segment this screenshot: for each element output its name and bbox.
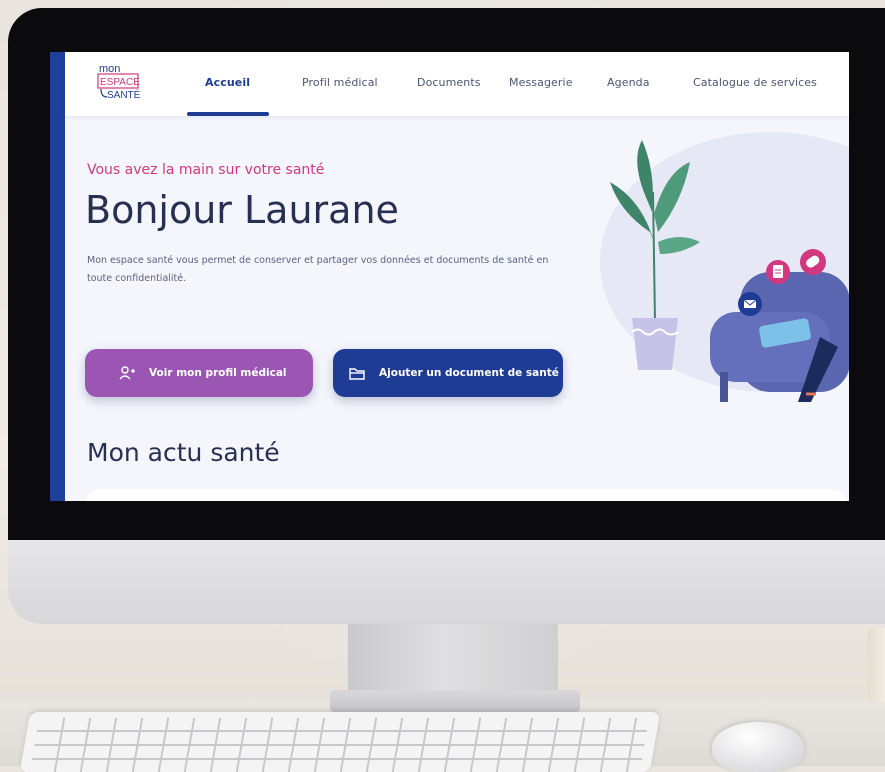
person-add-icon (119, 366, 135, 380)
monitor-chin (8, 538, 885, 624)
nav-messagerie[interactable]: Messagerie (509, 76, 573, 89)
mail-icon (738, 292, 762, 316)
add-health-document-button[interactable]: Ajouter un document de santé (333, 349, 563, 397)
nav-agenda[interactable]: Agenda (607, 76, 650, 89)
app-screen: mon ESPACE SANTÉ Accueil Profil médical … (50, 52, 849, 501)
mon-espace-sante-logo[interactable]: mon ESPACE SANTÉ (97, 61, 157, 105)
active-tab-indicator (187, 112, 269, 116)
top-navigation: mon ESPACE SANTÉ Accueil Profil médical … (65, 52, 849, 116)
news-card (86, 489, 846, 501)
keyboard-keys (29, 718, 650, 772)
pill-icon (800, 249, 826, 275)
greeting-heading: Bonjour Laurane (85, 188, 399, 232)
svg-text:ESPACE: ESPACE (100, 77, 140, 88)
monitor-stand-base (330, 690, 580, 712)
cup (868, 628, 885, 702)
view-medical-profile-label: Voir mon profil médical (149, 367, 287, 379)
svg-text:mon: mon (99, 63, 120, 75)
svg-text:SANTÉ: SANTÉ (107, 88, 141, 101)
intro-text: Mon espace santé vous permet de conserve… (87, 255, 549, 284)
document-icon (766, 260, 790, 284)
nav-profil-medical[interactable]: Profil médical (302, 76, 378, 89)
add-health-document-label: Ajouter un document de santé (379, 367, 559, 379)
folder-icon (349, 368, 365, 380)
keyboard (19, 712, 661, 772)
view-medical-profile-button[interactable]: Voir mon profil médical (85, 349, 313, 397)
mouse (712, 722, 804, 772)
nav-catalogue-de-services[interactable]: Catalogue de services (693, 76, 817, 89)
hero-illustration (600, 132, 849, 402)
hero-tagline: Vous avez la main sur votre santé (87, 162, 325, 178)
nav-documents[interactable]: Documents (417, 76, 481, 89)
monitor-stand (348, 624, 558, 694)
nav-accueil[interactable]: Accueil (205, 76, 250, 89)
mon-actu-sante-heading: Mon actu santé (87, 438, 280, 467)
screen-edge-bar (50, 52, 65, 501)
